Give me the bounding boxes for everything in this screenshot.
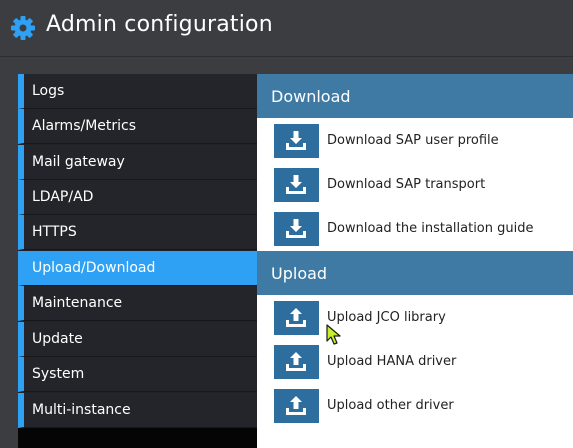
sidebar-item-label: HTTPS bbox=[32, 224, 77, 240]
sidebar-item-system[interactable]: System bbox=[18, 357, 257, 392]
section-title: Download bbox=[271, 87, 351, 106]
sidebar-item-label: Logs bbox=[32, 83, 65, 99]
sidebar-item-label: Upload/Download bbox=[32, 260, 156, 276]
download-icon[interactable] bbox=[274, 212, 319, 246]
upload-section-header: Upload bbox=[257, 251, 573, 295]
action-label: Download SAP transport bbox=[327, 177, 486, 192]
download-sap-user-profile-button[interactable]: Download SAP user profile bbox=[274, 124, 573, 160]
sidebar-item-multi-instance[interactable]: Multi-instance bbox=[18, 393, 257, 428]
sidebar-item-label: Multi-instance bbox=[32, 402, 131, 418]
action-label: Upload JCO library bbox=[327, 310, 446, 325]
action-label: Download SAP user profile bbox=[327, 133, 499, 148]
sidebar-item-alarms-metrics[interactable]: Alarms/Metrics bbox=[18, 109, 257, 144]
sidebar-item-label: LDAP/AD bbox=[32, 189, 94, 205]
sidebar-item-logs[interactable]: Logs bbox=[18, 74, 257, 109]
upload-icon[interactable] bbox=[274, 389, 319, 423]
download-installation-guide-button[interactable]: Download the installation guide bbox=[274, 212, 573, 248]
sidebar-item-label: Update bbox=[32, 331, 83, 347]
page-title: Admin configuration bbox=[46, 12, 273, 37]
sidebar-item-upload-download[interactable]: Upload/Download bbox=[18, 251, 257, 286]
sidebar-item-mail-gateway[interactable]: Mail gateway bbox=[18, 145, 257, 180]
action-label: Upload other driver bbox=[327, 398, 454, 413]
app-header: Admin configuration bbox=[0, 0, 573, 57]
section-title: Upload bbox=[271, 264, 328, 283]
sidebar-item-maintenance[interactable]: Maintenance bbox=[18, 286, 257, 321]
sidebar: Logs Alarms/Metrics Mail gateway LDAP/AD… bbox=[18, 74, 257, 448]
upload-jco-library-button[interactable]: Upload JCO library bbox=[274, 301, 573, 337]
upload-icon[interactable] bbox=[274, 345, 319, 379]
sidebar-item-label: Maintenance bbox=[32, 295, 123, 311]
main-panel: Download Download SAP user profile Downl… bbox=[257, 74, 573, 448]
upload-icon[interactable] bbox=[274, 301, 319, 335]
action-label: Upload HANA driver bbox=[327, 354, 457, 369]
download-sap-transport-button[interactable]: Download SAP transport bbox=[274, 168, 573, 204]
sidebar-item-label: Mail gateway bbox=[32, 154, 125, 170]
action-label: Download the installation guide bbox=[327, 221, 534, 236]
download-icon[interactable] bbox=[274, 124, 319, 158]
upload-other-driver-button[interactable]: Upload other driver bbox=[274, 389, 573, 425]
sidebar-item-update[interactable]: Update bbox=[18, 322, 257, 357]
download-section-header: Download bbox=[257, 74, 573, 118]
sidebar-item-ldap-ad[interactable]: LDAP/AD bbox=[18, 180, 257, 215]
gear-icon bbox=[11, 16, 35, 40]
download-icon[interactable] bbox=[274, 168, 319, 202]
sidebar-item-label: System bbox=[32, 366, 85, 382]
sidebar-item-label: Alarms/Metrics bbox=[32, 118, 137, 134]
upload-hana-driver-button[interactable]: Upload HANA driver bbox=[274, 345, 573, 381]
mouse-cursor-icon bbox=[326, 324, 341, 345]
sidebar-footer bbox=[18, 428, 257, 448]
sidebar-item-https[interactable]: HTTPS bbox=[18, 215, 257, 250]
